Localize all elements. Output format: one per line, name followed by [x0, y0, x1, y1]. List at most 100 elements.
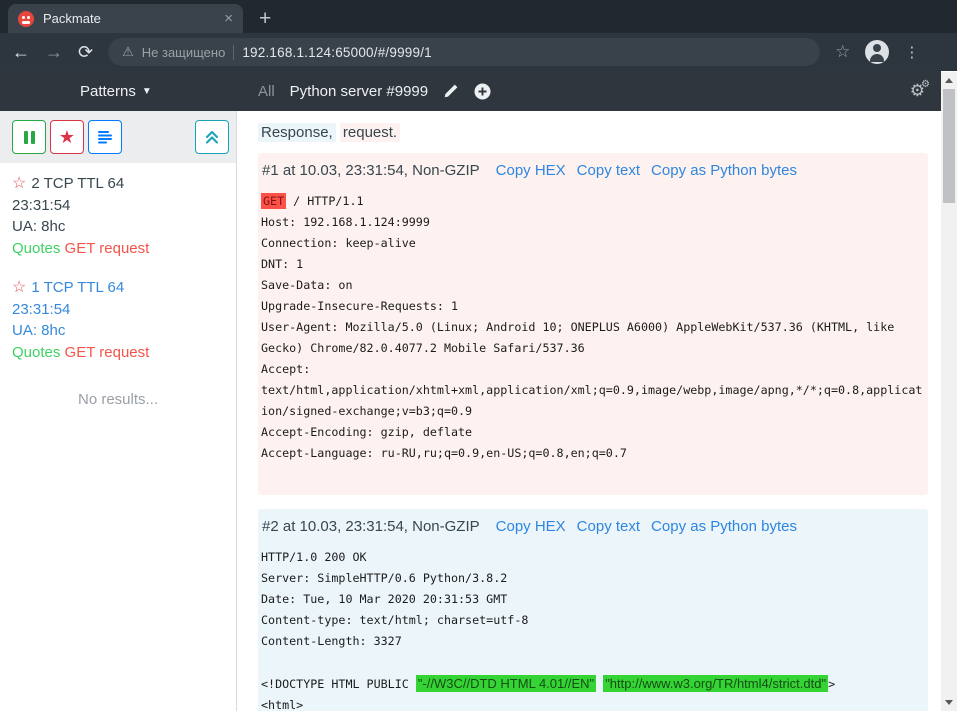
security-warning-label: Не защищено [142, 45, 226, 60]
stream-time: 23:31:54 [12, 195, 224, 217]
stream-sidebar: ★ ☆2 TCP TTL 6423:31:54UA: 8hcQuotes GET… [0, 111, 237, 711]
packet-line: Content-Length: 3327 [261, 631, 924, 652]
packet-line: <html> [261, 695, 924, 711]
scroll-up-arrow-icon[interactable] [945, 78, 953, 83]
scroll-down-arrow-icon[interactable] [945, 700, 953, 705]
sidebar-toolbar: ★ [0, 111, 236, 163]
packet-header: #1 at 10.03, 23:31:54, Non-GZIP Copy HEX C… [262, 162, 924, 179]
stream-user-agent: UA: 8hc [12, 216, 224, 238]
packet-line [261, 652, 924, 673]
packet-card-request: #1 at 10.03, 23:31:54, Non-GZIP Copy HEX C… [258, 153, 928, 495]
packet-line: Connection: keep-alive [261, 233, 924, 254]
copy-copy-text-link[interactable]: Copy text [577, 162, 640, 179]
browser-menu-icon[interactable]: ⋮ [904, 43, 919, 61]
star-icon: ★ [59, 128, 75, 146]
tab-close-icon[interactable]: × [224, 10, 233, 27]
favorite-star-icon[interactable]: ☆ [12, 279, 26, 296]
highlight-found: "http://www.w3.org/TR/html4/strict.dtd" [603, 675, 828, 692]
packet-line: Content-type: text/html; charset=utf-8 [261, 610, 924, 631]
packet-line: DNT: 1 [261, 254, 924, 275]
browser-tab[interactable]: Packmate × [8, 4, 243, 33]
packet-line: Accept-Encoding: gzip, deflate [261, 422, 924, 443]
forward-icon[interactable]: → [45, 43, 63, 61]
legend-response: Response, [258, 123, 336, 142]
stream-tag: GET request [65, 240, 150, 257]
packet-line: Accept-Language: ru-RU,ru;q=0.9,en-US;q=… [261, 443, 924, 464]
profile-avatar[interactable] [865, 40, 889, 64]
packet-line [261, 464, 924, 485]
new-tab-button[interactable]: + [259, 8, 271, 29]
copy-copy-text-link[interactable]: Copy text [577, 518, 640, 535]
packet-line: Date: Tue, 10 Mar 2020 20:31:53 GMT [261, 589, 924, 610]
url-bar[interactable]: ⚠ Не защищено 192.168.1.124:65000/#/9999… [108, 38, 820, 66]
caret-down-icon: ▼ [142, 86, 152, 97]
security-warning-icon[interactable]: ⚠ [122, 44, 134, 60]
packet-header: #2 at 10.03, 23:31:54, Non-GZIP Copy HEX C… [262, 518, 924, 535]
stream-tag: GET request [65, 344, 150, 361]
packmate-favicon [18, 11, 34, 27]
page-scrollbar[interactable] [941, 72, 957, 711]
copy-copy-hex-link[interactable]: Copy HEX [496, 162, 566, 179]
edit-service-button[interactable] [443, 83, 459, 99]
stream-title-row: ☆ 2 TCP TTL 64 [12, 173, 224, 195]
legend: Response, request. [258, 124, 928, 141]
url-text[interactable]: 192.168.1.124:65000/#/9999/1 [242, 45, 432, 60]
highlight-found: "-//W3C//DTD HTML 4.01//EN" [416, 675, 596, 692]
favorite-star-icon[interactable]: ☆ [12, 175, 26, 192]
stream-tag: Quotes [12, 344, 60, 361]
bookmark-star-icon[interactable]: ☆ [835, 42, 850, 62]
packet-view: Response, request. #1 at 10.03, 23:31:54… [237, 111, 941, 711]
packet-line: Upgrade-Insecure-Requests: 1 [261, 296, 924, 317]
packet-line: Accept: [261, 359, 924, 380]
pause-icon [24, 131, 28, 144]
stream-title: 2 TCP TTL 64 [31, 175, 124, 192]
stream-item[interactable]: ☆2 TCP TTL 6423:31:54UA: 8hcQuotes GET r… [0, 163, 236, 267]
packet-line: <!DOCTYPE HTML PUBLIC "-//W3C//DTD HTML … [261, 673, 924, 695]
stream-list: ☆2 TCP TTL 6423:31:54UA: 8hcQuotes GET r… [0, 163, 236, 371]
packet-line: ion/signed-exchange;v=b3;q=0.9 [261, 401, 924, 422]
stream-title-row: ☆ 1 TCP TTL 64 [12, 277, 224, 299]
patterns-menu[interactable]: Patterns ▼ [0, 83, 237, 100]
settings-gears-icon[interactable]: ⚙⚙ [910, 81, 925, 101]
copy-copy-hex-link[interactable]: Copy HEX [496, 518, 566, 535]
copy-copy-as-python-bytes-link[interactable]: Copy as Python bytes [651, 162, 797, 179]
browser-toolbar: ← → ⟳ ⚠ Не защищено 192.168.1.124:65000/… [0, 33, 957, 71]
packet-line: text/html,application/xhtml+xml,applicat… [261, 380, 924, 401]
stream-tags: Quotes GET request [12, 342, 224, 364]
align-left-icon [97, 129, 113, 145]
packet-line: Host: 192.168.1.124:9999 [261, 212, 924, 233]
packet-card-response: #2 at 10.03, 23:31:54, Non-GZIP Copy HEX C… [258, 509, 928, 711]
packet-line: HTTP/1.0 200 OK [261, 547, 924, 568]
packet-body: HTTP/1.0 200 OKServer: SimpleHTTP/0.6 Py… [261, 547, 924, 711]
pause-button[interactable] [12, 120, 46, 154]
collapse-sidebar-button[interactable] [195, 120, 229, 154]
scrollbar-thumb[interactable] [943, 89, 955, 203]
url-separator [233, 45, 234, 60]
service-title: Python server #9999 [290, 83, 428, 100]
packet-list: #1 at 10.03, 23:31:54, Non-GZIP Copy HEX C… [258, 153, 928, 711]
stream-tags: Quotes GET request [12, 238, 224, 260]
packet-meta: #1 at 10.03, 23:31:54, Non-GZIP [262, 162, 480, 179]
stream-title: 1 TCP TTL 64 [31, 279, 124, 296]
stream-item[interactable]: ☆1 TCP TTL 6423:31:54UA: 8hcQuotes GET r… [0, 267, 236, 371]
patterns-label: Patterns [80, 83, 136, 100]
stream-time: 23:31:54 [12, 299, 224, 321]
back-icon[interactable]: ← [12, 43, 30, 61]
browser-tab-strip: Packmate × + [0, 0, 957, 33]
packet-body: GET / HTTP/1.1Host: 192.168.1.124:9999Co… [261, 191, 924, 485]
nav-all-link[interactable]: All [258, 83, 275, 100]
content-layout: ★ ☆2 TCP TTL 6423:31:54UA: 8hcQuotes GET… [0, 111, 941, 711]
stream-tag: Quotes [12, 240, 60, 257]
reload-icon[interactable]: ⟳ [78, 43, 93, 61]
chevron-double-up-icon [204, 129, 220, 145]
list-filter-button[interactable] [88, 120, 122, 154]
copy-copy-as-python-bytes-link[interactable]: Copy as Python bytes [651, 518, 797, 535]
tab-title: Packmate [43, 11, 215, 26]
packet-line: Save-Data: on [261, 275, 924, 296]
add-service-button[interactable] [474, 83, 491, 100]
packet-meta: #2 at 10.03, 23:31:54, Non-GZIP [262, 518, 480, 535]
highlight-request: GET [261, 193, 286, 209]
stream-user-agent: UA: 8hc [12, 320, 224, 342]
favorites-filter-button[interactable]: ★ [50, 120, 84, 154]
service-nav: All Python server #9999 [237, 83, 491, 100]
